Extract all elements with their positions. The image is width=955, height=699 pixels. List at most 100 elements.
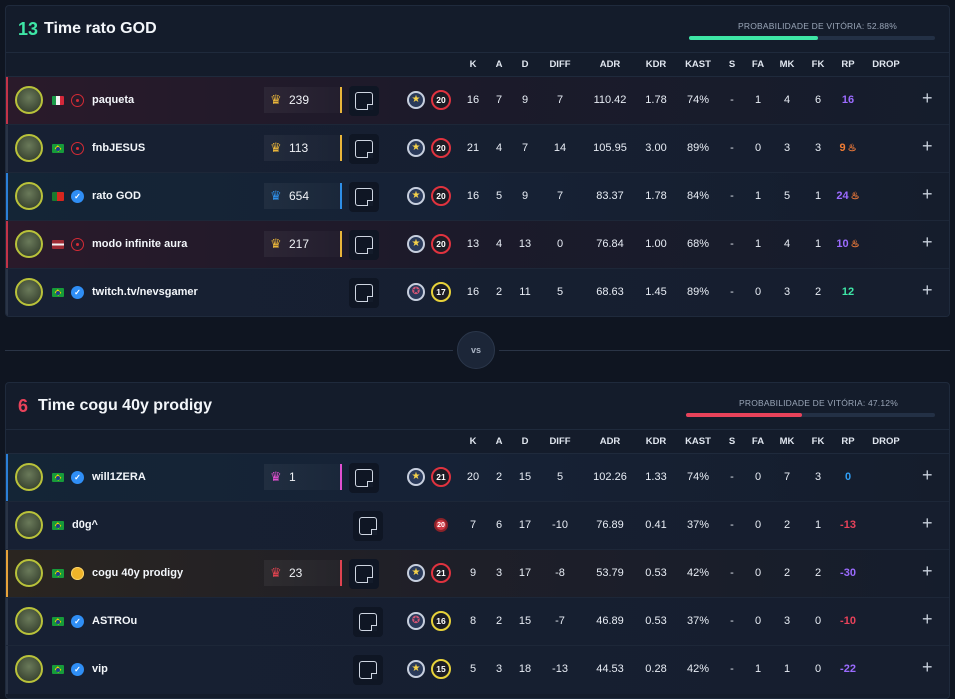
stat-adr: 105.95 bbox=[593, 142, 627, 154]
stat-rp: -10 bbox=[840, 615, 856, 627]
level-badge: 21 bbox=[431, 467, 451, 487]
stat-k: 16 bbox=[466, 190, 480, 202]
notes-icon bbox=[355, 188, 373, 206]
stat-fa: 0 bbox=[754, 615, 762, 627]
stat-adr: 102.26 bbox=[593, 471, 627, 483]
notes-button[interactable] bbox=[349, 278, 379, 308]
verified-icon: ✓ bbox=[71, 190, 84, 203]
expand-plus-button[interactable]: + bbox=[922, 136, 933, 157]
player-name[interactable]: modo infinite aura bbox=[92, 238, 187, 250]
player-row: ✓ will1ZERA ♛ 1 ★ 21 20 2 15 5 102.26 1.33 74% -0 7 3 0 + bbox=[6, 454, 949, 502]
player-avatar[interactable] bbox=[15, 230, 43, 258]
stat-a: 4 bbox=[495, 238, 503, 250]
star-icon: ★ bbox=[407, 660, 425, 678]
flag-icon bbox=[52, 569, 64, 578]
player-name[interactable]: paqueta bbox=[92, 94, 134, 106]
flag-icon bbox=[52, 288, 64, 297]
notes-button[interactable] bbox=[353, 655, 383, 685]
crown-icon: ♛ bbox=[270, 469, 282, 484]
player-name[interactable]: will1ZERA bbox=[92, 471, 146, 483]
player-avatar[interactable] bbox=[15, 182, 43, 210]
expand-plus-button[interactable]: + bbox=[922, 280, 933, 301]
notes-button[interactable] bbox=[349, 182, 379, 212]
expand-plus-button[interactable]: + bbox=[922, 657, 933, 678]
notes-icon bbox=[355, 140, 373, 158]
rp-value: 12 bbox=[841, 286, 855, 298]
stat-fk: 1 bbox=[814, 238, 822, 250]
column-header-drop: DROP bbox=[872, 59, 900, 70]
column-header-kast: KAST bbox=[685, 436, 711, 447]
stat-kdr: 1.78 bbox=[645, 94, 667, 106]
stat-d: 13 bbox=[518, 238, 532, 250]
vs-badge: vs bbox=[457, 331, 495, 369]
stat-adr: 53.79 bbox=[596, 567, 624, 579]
player-name[interactable]: vip bbox=[92, 663, 108, 675]
player-avatar[interactable] bbox=[15, 559, 43, 587]
rp-value: -22 bbox=[840, 663, 856, 675]
rank-value: 23 bbox=[289, 566, 303, 580]
stat-kdr: 3.00 bbox=[645, 142, 667, 154]
star-icon: ★ bbox=[407, 187, 425, 205]
player-avatar[interactable] bbox=[15, 278, 43, 306]
crown-icon: ♛ bbox=[270, 236, 282, 251]
rp-value: 16 bbox=[841, 94, 855, 106]
notes-button[interactable] bbox=[349, 463, 379, 493]
player-avatar[interactable] bbox=[15, 134, 43, 162]
expand-plus-button[interactable]: + bbox=[922, 184, 933, 205]
player-name[interactable]: ASTROu bbox=[92, 615, 137, 627]
expand-plus-button[interactable]: + bbox=[922, 88, 933, 109]
player-name[interactable]: fnbJESUS bbox=[92, 142, 145, 154]
star-icon: ★ bbox=[407, 139, 425, 157]
stat-a: 2 bbox=[495, 615, 503, 627]
crown-icon: ♛ bbox=[270, 565, 282, 580]
player-name[interactable]: d0g^ bbox=[72, 519, 98, 531]
column-header-fk: FK bbox=[811, 59, 825, 70]
player-name[interactable]: twitch.tv/nevsgamer bbox=[92, 286, 198, 298]
player-row: ✓ rato GOD ♛ 654 ★ 20 16 5 9 7 83.37 1.78 84% - 1 5 1 24 ♨… bbox=[6, 173, 949, 221]
player-avatar[interactable] bbox=[15, 607, 43, 635]
level-badge: 16 bbox=[431, 611, 451, 631]
expand-plus-button[interactable]: + bbox=[922, 232, 933, 253]
team2-player-list: ✓ will1ZERA ♛ 1 ★ 21 20 2 15 5 102.26 1.33 74% -0 7 3 0 +… bbox=[6, 454, 949, 694]
row-accent-border bbox=[6, 125, 8, 172]
notes-button[interactable] bbox=[353, 511, 383, 541]
player-avatar[interactable] bbox=[15, 655, 43, 683]
player-avatar[interactable] bbox=[15, 463, 43, 491]
stat-kast: 89% bbox=[686, 142, 710, 154]
notes-button[interactable] bbox=[349, 230, 379, 260]
player-avatar[interactable] bbox=[15, 86, 43, 114]
notes-icon bbox=[355, 284, 373, 302]
player-name[interactable]: cogu 40y prodigy bbox=[92, 567, 183, 579]
expand-plus-button[interactable]: + bbox=[922, 609, 933, 630]
stat-kast: 74% bbox=[686, 94, 710, 106]
stat-s: - bbox=[730, 238, 734, 250]
stat-s: - bbox=[730, 94, 734, 106]
player-name[interactable]: rato GOD bbox=[92, 190, 141, 202]
row-accent-border bbox=[6, 598, 8, 645]
notes-button[interactable] bbox=[349, 86, 379, 116]
rp-value: 9 bbox=[839, 142, 846, 154]
stat-k: 7 bbox=[469, 519, 477, 531]
player-row: fnbJESUS ♛ 113 ★ 20 21 4 7 14 105.95 3.00 89% - 0 3 3 9 ♨… bbox=[6, 125, 949, 173]
player-avatar[interactable] bbox=[15, 511, 43, 539]
level-badge: 17 bbox=[431, 282, 451, 302]
stat-rp: 9 ♨ bbox=[839, 142, 856, 154]
stat-kast: 68% bbox=[686, 238, 710, 250]
stat-k: 8 bbox=[469, 615, 477, 627]
verified-icon: ✓ bbox=[71, 663, 84, 676]
expand-plus-button[interactable]: + bbox=[922, 465, 933, 486]
stat-diff: -8 bbox=[555, 567, 565, 579]
notes-button[interactable] bbox=[349, 559, 379, 589]
notes-button[interactable] bbox=[353, 607, 383, 637]
notes-button[interactable] bbox=[349, 134, 379, 164]
vs-divider-left bbox=[5, 350, 453, 351]
expand-plus-button[interactable]: + bbox=[922, 561, 933, 582]
stat-kast: 42% bbox=[686, 567, 710, 579]
stat-a: 5 bbox=[495, 190, 503, 202]
rank-value: 1 bbox=[289, 470, 296, 484]
column-header-fk: FK bbox=[811, 436, 825, 447]
star-icon: ★ bbox=[407, 91, 425, 109]
stat-diff: -13 bbox=[552, 663, 568, 675]
expand-plus-button[interactable]: + bbox=[922, 513, 933, 534]
team2-column-headers: K A D DIFF ADR KDR KAST S FA MK FK RP DROP bbox=[6, 430, 949, 454]
